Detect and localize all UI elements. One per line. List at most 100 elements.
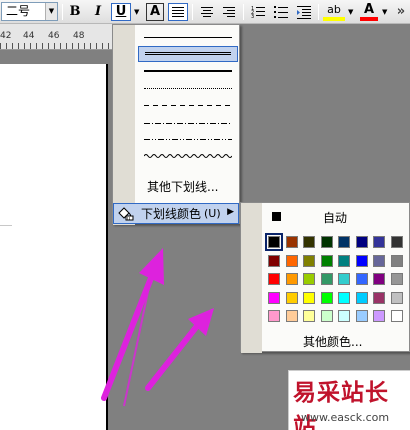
dropdown-arrow-icon[interactable]: ▼	[45, 3, 57, 20]
automatic-color-option[interactable]: 自动	[323, 209, 347, 226]
formatting-toolbar: 二号 ▼ B I U ▼ A 1 2 3 ab ▼ A ▼ »	[0, 0, 410, 24]
line-sample-dash-dot-dot	[144, 139, 232, 140]
underline-button[interactable]: U	[111, 3, 131, 21]
document-page[interactable]	[0, 64, 108, 430]
underline-dotted-option[interactable]	[138, 81, 238, 97]
underline-thick-option[interactable]	[138, 63, 238, 79]
underline-dashed-option[interactable]	[138, 98, 238, 114]
align-right-button[interactable]	[220, 3, 238, 21]
justify-button[interactable]	[168, 3, 188, 21]
horizontal-ruler[interactable]: 42 44 46 48	[0, 24, 112, 50]
color-swatch[interactable]	[355, 310, 368, 322]
bullet-list-icon	[274, 5, 288, 18]
align-center-button[interactable]	[198, 3, 216, 21]
underline-dropdown-arrow-icon[interactable]: ▼	[134, 4, 139, 20]
underline-color-shortcut: (U)	[204, 207, 221, 220]
ruler-tick-label: 46	[48, 31, 60, 41]
color-swatch[interactable]	[355, 236, 368, 248]
color-swatch[interactable]	[268, 254, 280, 267]
toolbar-separator	[62, 4, 63, 20]
line-sample-single	[144, 37, 232, 38]
numbered-list-icon: 1 2 3	[251, 6, 265, 20]
color-swatch[interactable]	[320, 291, 333, 304]
color-swatch[interactable]	[320, 273, 333, 285]
underline-color-label: 下划线颜色	[141, 207, 202, 221]
color-swatch[interactable]	[285, 236, 298, 248]
line-sample-dashed	[144, 105, 232, 106]
color-swatch[interactable]	[303, 310, 315, 322]
site-watermark: 易采站长站 www.easck.com	[288, 370, 410, 430]
color-swatch[interactable]	[268, 310, 280, 322]
color-swatch[interactable]	[265, 233, 283, 251]
highlight-color-bar	[323, 17, 345, 21]
font-color-button[interactable]: A	[360, 3, 378, 21]
automatic-color-swatch[interactable]	[272, 212, 281, 221]
color-swatch[interactable]	[320, 236, 333, 248]
bold-button[interactable]: B	[67, 3, 83, 21]
color-swatch[interactable]	[303, 291, 315, 304]
underline-dash-dot-option[interactable]	[138, 116, 238, 132]
color-swatch[interactable]	[373, 273, 385, 285]
highlight-label: ab	[327, 3, 341, 16]
more-colors-item[interactable]: 其他颜色...	[303, 333, 362, 350]
color-swatch[interactable]	[268, 273, 280, 285]
character-border-button[interactable]: A	[146, 3, 164, 21]
color-swatch[interactable]	[355, 254, 368, 267]
font-color-dropdown-arrow-icon[interactable]: ▼	[382, 4, 387, 20]
color-swatch[interactable]	[390, 236, 403, 248]
align-right-icon	[223, 5, 235, 19]
color-swatch[interactable]	[303, 236, 315, 248]
color-swatch[interactable]	[355, 273, 368, 285]
svg-text:u: u	[127, 216, 130, 221]
highlight-button[interactable]: ab	[323, 3, 345, 21]
color-swatch[interactable]	[338, 236, 350, 248]
font-color-label: A	[363, 2, 375, 17]
toolbar-separator	[318, 4, 319, 20]
color-swatch[interactable]	[390, 273, 403, 285]
other-underlines-item[interactable]: 其他下划线...	[147, 179, 218, 195]
color-swatch[interactable]	[285, 310, 298, 322]
color-swatch[interactable]	[285, 291, 298, 304]
color-swatch[interactable]	[373, 236, 385, 248]
underline-style-menu: 其他下划线... u 下划线颜色 (U) ▶	[112, 24, 240, 225]
line-sample-dash-dot	[144, 123, 232, 124]
font-size-value: 二号	[6, 4, 31, 18]
color-swatch[interactable]	[373, 291, 385, 304]
toolbar-options-icon[interactable]: »	[394, 3, 408, 21]
color-swatch[interactable]	[390, 291, 403, 304]
menu-icon-gutter	[113, 25, 135, 225]
underline-dash-dot-dot-option[interactable]	[138, 132, 238, 148]
underline-wave-option[interactable]	[138, 149, 238, 165]
svg-text:3: 3	[251, 14, 254, 19]
color-swatch[interactable]	[338, 273, 350, 285]
decrease-indent-button[interactable]	[295, 3, 313, 21]
italic-button[interactable]: I	[90, 3, 106, 21]
align-center-icon	[201, 5, 213, 19]
highlight-dropdown-arrow-icon[interactable]: ▼	[348, 4, 353, 20]
color-swatch[interactable]	[303, 273, 315, 285]
color-swatch[interactable]	[285, 273, 298, 285]
bullets-button[interactable]	[272, 3, 290, 21]
color-swatch[interactable]	[390, 254, 403, 267]
color-swatch[interactable]	[303, 254, 315, 267]
font-color-bar	[360, 17, 378, 21]
color-swatch[interactable]	[373, 310, 385, 322]
font-size-dropdown[interactable]: 二号 ▼	[1, 2, 58, 21]
color-swatch[interactable]	[355, 291, 368, 304]
underline-color-item[interactable]: u 下划线颜色 (U) ▶	[113, 203, 239, 224]
color-swatch[interactable]	[320, 254, 333, 267]
color-swatch[interactable]	[338, 310, 350, 322]
color-swatch[interactable]	[268, 291, 280, 304]
color-swatch[interactable]	[373, 254, 385, 267]
toolbar-separator	[243, 4, 244, 20]
color-swatch[interactable]	[320, 310, 333, 322]
color-swatch[interactable]	[338, 291, 350, 304]
underline-single-option[interactable]	[138, 30, 238, 46]
color-swatch[interactable]	[285, 254, 298, 267]
numbering-button[interactable]: 1 2 3	[249, 3, 267, 21]
color-swatch[interactable]	[390, 310, 403, 322]
justify-icon	[172, 5, 184, 19]
toolbar-separator	[192, 4, 193, 20]
underline-double-option[interactable]	[138, 46, 238, 62]
color-swatch[interactable]	[338, 254, 350, 267]
